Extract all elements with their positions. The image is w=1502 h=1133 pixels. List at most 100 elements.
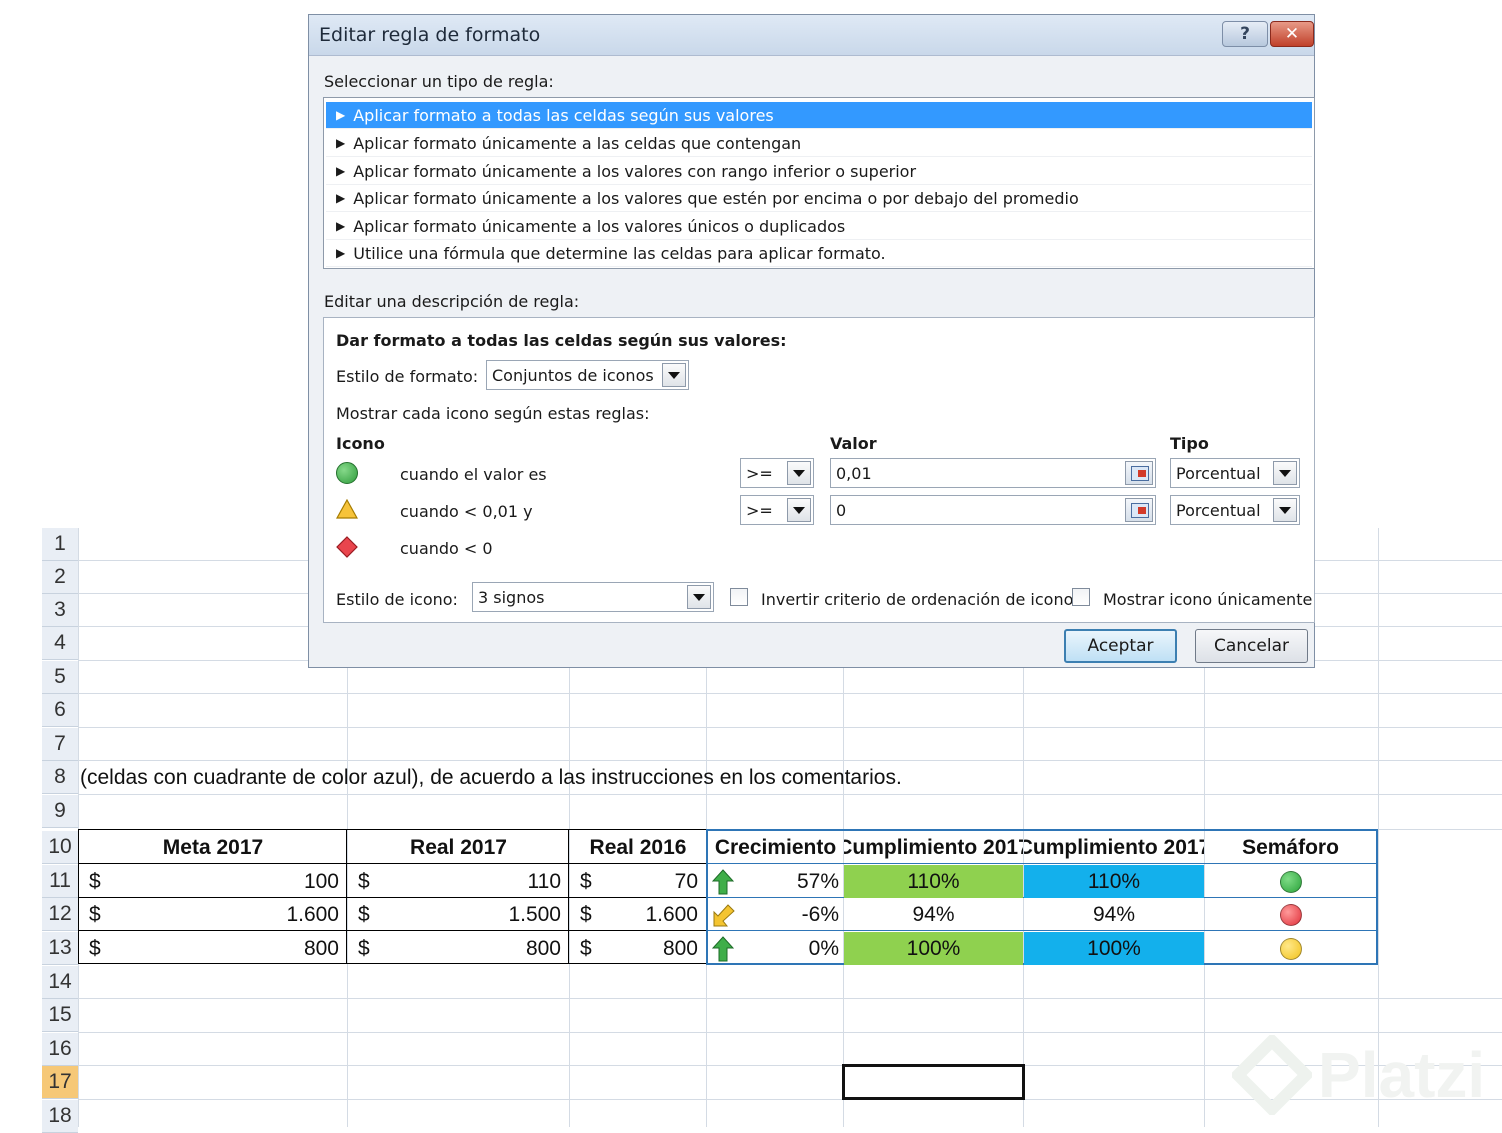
cell-semaforo[interactable] — [1205, 898, 1376, 931]
row-header-18[interactable]: 18 — [42, 1100, 78, 1133]
rule-type-item-selected[interactable]: ▶ Aplicar formato a todas las celdas segú… — [326, 102, 1312, 129]
row-header-16[interactable]: 16 — [42, 1033, 78, 1066]
rule-type-text: Aplicar formato únicamente a los valores… — [353, 216, 846, 236]
instructions-text[interactable]: (celdas con cuadrante de color azul), de… — [80, 761, 1370, 794]
cell-real-2016[interactable]: $1.600 — [570, 898, 706, 931]
show-icon-only-checkbox[interactable] — [1072, 588, 1090, 606]
arrow-down-left-yellow-icon — [713, 904, 735, 927]
triangle-right-icon: ▶ — [336, 136, 346, 150]
reverse-order-label: Invertir criterio de ordenación de icono — [761, 590, 1074, 609]
cell-meta[interactable]: $100 — [79, 865, 347, 898]
type-dropdown[interactable]: Porcentual — [1170, 458, 1300, 488]
cell-crecimiento[interactable]: 57% — [708, 865, 843, 898]
cell-cumplimiento-blue[interactable]: 110% — [1024, 865, 1204, 898]
type-dropdown[interactable]: Porcentual — [1170, 495, 1300, 525]
cell-cumplimiento-green[interactable]: 94% — [844, 898, 1023, 931]
value-input[interactable]: 0,01 — [830, 458, 1156, 488]
header-crecimiento[interactable]: Crecimiento — [708, 831, 843, 864]
icon-style-dropdown[interactable]: 3 signos — [472, 582, 714, 612]
format-style-dropdown[interactable]: Conjuntos de iconos — [486, 360, 689, 390]
cell-real-2017[interactable]: $800 — [348, 932, 569, 965]
header-real-2017[interactable]: Real 2017 — [348, 831, 569, 864]
currency-symbol: $ — [89, 902, 101, 926]
row-header-14[interactable]: 14 — [42, 966, 78, 999]
cell-real-2017[interactable]: $110 — [348, 865, 569, 898]
row-header-13[interactable]: 13 — [42, 932, 78, 965]
cell-crecimiento[interactable]: 0% — [708, 932, 843, 965]
cell-real-2016[interactable]: $800 — [570, 932, 706, 965]
row-header-6[interactable]: 6 — [42, 694, 78, 727]
triangle-right-icon: ▶ — [336, 219, 346, 233]
chevron-down-icon[interactable] — [787, 461, 811, 485]
rule-type-item[interactable]: ▶ Utilice una fórmula que determine las c… — [326, 240, 1312, 267]
row-header-4[interactable]: 4 — [42, 627, 78, 660]
value-text: 0 — [836, 500, 847, 520]
red-circle-icon — [1279, 903, 1302, 926]
cell-value: 800 — [662, 936, 698, 960]
row-header-11[interactable]: 11 — [42, 865, 78, 898]
description-heading: Dar formato a todas las celdas según sus… — [336, 331, 787, 350]
header-meta-2017[interactable]: Meta 2017 — [79, 831, 347, 864]
cell-semaforo[interactable] — [1205, 932, 1376, 965]
cell-cumplimiento-green[interactable]: 100% — [844, 932, 1023, 965]
red-diamond-icon — [336, 536, 358, 558]
arrow-up-green-icon — [712, 869, 734, 895]
accept-button[interactable]: Aceptar — [1064, 629, 1177, 663]
cell-reference-icon[interactable] — [1125, 498, 1153, 522]
close-button[interactable]: ✕ — [1270, 21, 1314, 47]
row-header-3[interactable]: 3 — [42, 594, 78, 627]
operator-dropdown[interactable]: >= — [740, 458, 814, 488]
cell-value: 800 — [303, 936, 339, 960]
row-header-12[interactable]: 12 — [42, 898, 78, 931]
rule-type-item[interactable]: ▶ Aplicar formato únicamente a las celdas… — [326, 130, 1312, 157]
icon-selector[interactable] — [336, 462, 358, 484]
row-header-9[interactable]: 9 — [42, 795, 78, 828]
header-real-2016[interactable]: Real 2016 — [570, 831, 706, 864]
row-header-1[interactable]: 1 — [42, 528, 78, 561]
rule-type-item[interactable]: ▶ Aplicar formato únicamente a los valore… — [326, 185, 1312, 212]
cell-cumplimiento-blue[interactable]: 94% — [1024, 898, 1204, 931]
triangle-right-icon: ▶ — [336, 108, 346, 122]
row-header-17-selected[interactable]: 17 — [42, 1066, 78, 1099]
green-circle-icon — [1279, 870, 1302, 893]
cell-cumplimiento-green[interactable]: 110% — [844, 865, 1023, 898]
cell-real-2017[interactable]: $1.500 — [348, 898, 569, 931]
help-button[interactable]: ? — [1222, 21, 1268, 47]
header-cumplimiento-green[interactable]: Cumplimiento 2017 — [844, 831, 1023, 864]
rule-type-item[interactable]: ▶ Aplicar formato únicamente a los valore… — [326, 213, 1312, 240]
chevron-down-icon[interactable] — [1273, 461, 1297, 485]
chevron-down-icon[interactable] — [787, 498, 811, 522]
row-header-8[interactable]: 8 — [42, 761, 78, 794]
icon-selector[interactable] — [335, 498, 359, 523]
selected-cell[interactable] — [842, 1064, 1025, 1100]
cell-real-2016[interactable]: $70 — [570, 865, 706, 898]
column-type-label: Tipo — [1170, 434, 1209, 453]
icon-selector[interactable] — [336, 536, 358, 562]
chevron-down-icon[interactable] — [1273, 498, 1297, 522]
header-cumplimiento-blue[interactable]: Cumplimiento 2017 — [1024, 831, 1204, 864]
cancel-button[interactable]: Cancelar — [1195, 629, 1308, 663]
row-header-10[interactable]: 10 — [42, 831, 78, 864]
cell-meta[interactable]: $800 — [79, 932, 347, 965]
gridline — [78, 998, 1502, 999]
row-header-5[interactable]: 5 — [42, 661, 78, 694]
cell-reference-icon[interactable] — [1125, 461, 1153, 485]
cell-cumplimiento-blue[interactable]: 100% — [1024, 932, 1204, 965]
cell-meta[interactable]: $1.600 — [79, 898, 347, 931]
value-input[interactable]: 0 — [830, 495, 1156, 525]
reverse-order-checkbox[interactable] — [730, 588, 748, 606]
chevron-down-icon[interactable] — [662, 363, 686, 387]
cell-value: 57% — [796, 869, 839, 893]
row-header-7[interactable]: 7 — [42, 728, 78, 761]
row-header-2[interactable]: 2 — [42, 561, 78, 594]
chevron-down-icon[interactable] — [687, 585, 711, 609]
dialog-titlebar[interactable]: Editar regla de formato ? ✕ — [309, 15, 1314, 56]
operator-dropdown[interactable]: >= — [740, 495, 814, 525]
cell-semaforo[interactable] — [1205, 865, 1376, 898]
rule-type-item[interactable]: ▶ Aplicar formato únicamente a los valore… — [326, 158, 1312, 185]
cell-crecimiento[interactable]: -6% — [708, 898, 843, 931]
triangle-right-icon: ▶ — [336, 164, 346, 178]
row-header-15[interactable]: 15 — [42, 999, 78, 1032]
header-semaforo[interactable]: Semáforo — [1205, 831, 1376, 864]
rule-type-text: Aplicar formato únicamente a los valores… — [353, 188, 1079, 208]
